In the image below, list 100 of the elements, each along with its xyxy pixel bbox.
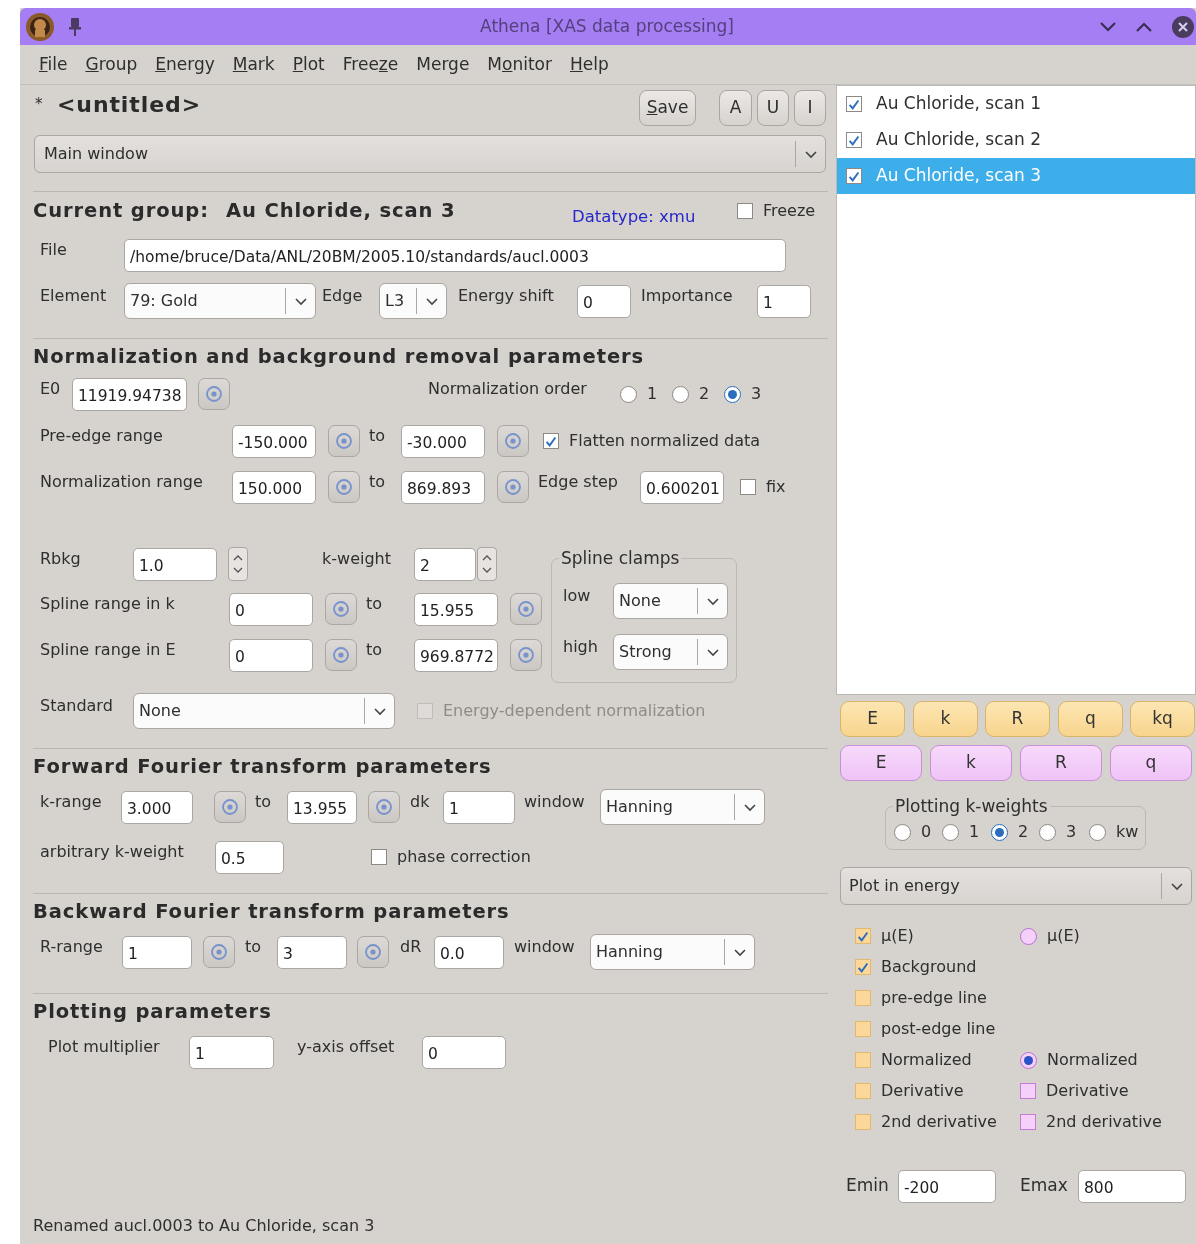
- close-icon[interactable]: [1172, 15, 1194, 38]
- radio-button[interactable]: [942, 823, 959, 841]
- dropdown[interactable]: None: [133, 693, 395, 729]
- menu-item[interactable]: Merge: [407, 51, 479, 78]
- input-field[interactable]: 1.0: [133, 547, 217, 581]
- target-button[interactable]: [198, 378, 230, 410]
- plot-button[interactable]: q: [1110, 745, 1192, 781]
- input-field[interactable]: 800: [1078, 1169, 1186, 1203]
- checkbox[interactable]: [1020, 1083, 1036, 1099]
- maximize-icon[interactable]: [1136, 21, 1152, 32]
- input-field[interactable]: 969.8772: [414, 638, 498, 672]
- checkbox[interactable]: [855, 1114, 871, 1130]
- input-field[interactable]: 3.000: [121, 790, 193, 824]
- input-field[interactable]: 1: [757, 284, 811, 318]
- input-field[interactable]: 1: [189, 1035, 274, 1069]
- checkbox[interactable]: [846, 168, 862, 184]
- target-button[interactable]: [368, 791, 400, 823]
- checkbox[interactable]: [740, 479, 756, 495]
- target-button[interactable]: [203, 936, 235, 968]
- input-field[interactable]: 11919.94738: [72, 377, 187, 411]
- toolbar-button[interactable]: U: [757, 90, 789, 126]
- menu-item[interactable]: Plot: [283, 51, 334, 78]
- spin-arrows[interactable]: [477, 547, 497, 581]
- menu-item[interactable]: Energy: [146, 51, 224, 78]
- radio-button[interactable]: [1089, 823, 1106, 841]
- menu-item[interactable]: Freeze: [333, 51, 408, 78]
- input-field[interactable]: 13.955: [287, 790, 357, 824]
- input-field[interactable]: 0: [577, 284, 631, 318]
- plot-button[interactable]: E: [840, 701, 905, 737]
- menu-item[interactable]: Help: [561, 51, 618, 78]
- minimize-icon[interactable]: [1100, 21, 1116, 32]
- input-field[interactable]: 0.600201: [640, 470, 724, 504]
- group-list-item[interactable]: Au Chloride, scan 2: [837, 122, 1195, 158]
- checkbox[interactable]: [855, 990, 871, 1006]
- input-field[interactable]: 3: [277, 935, 347, 969]
- toolbar-button[interactable]: I: [794, 90, 826, 126]
- checkbox[interactable]: [855, 1021, 871, 1037]
- checkbox[interactable]: [855, 959, 871, 975]
- input-field[interactable]: 869.893: [401, 470, 485, 504]
- plot-button[interactable]: R: [1020, 745, 1102, 781]
- radio-button[interactable]: [991, 823, 1008, 841]
- input-field[interactable]: 0: [422, 1035, 506, 1069]
- target-button[interactable]: [510, 639, 542, 671]
- menu-item[interactable]: Monitor: [478, 51, 561, 78]
- input-field[interactable]: 0: [229, 638, 313, 672]
- dropdown[interactable]: L3: [379, 283, 447, 319]
- dropdown[interactable]: Main window: [34, 135, 826, 173]
- toolbar-button[interactable]: A: [719, 90, 752, 126]
- group-list-item[interactable]: Au Chloride, scan 1: [837, 86, 1195, 122]
- checkbox[interactable]: [855, 1083, 871, 1099]
- input-field[interactable]: -200: [898, 1169, 996, 1203]
- menu-item[interactable]: Mark: [223, 51, 284, 78]
- radio-button[interactable]: [894, 823, 911, 841]
- checkbox[interactable]: [855, 1052, 871, 1068]
- target-button[interactable]: [325, 639, 357, 671]
- plot-button[interactable]: q: [1058, 701, 1123, 737]
- plot-button[interactable]: kq: [1130, 701, 1195, 737]
- input-field[interactable]: 0.5: [215, 840, 284, 874]
- dropdown[interactable]: Hanning: [590, 934, 755, 970]
- radio-button[interactable]: [1020, 927, 1037, 945]
- target-button[interactable]: [510, 593, 542, 625]
- plot-button[interactable]: k: [913, 701, 978, 737]
- spin-arrows[interactable]: [228, 547, 248, 581]
- radio-button[interactable]: [672, 385, 689, 403]
- checkbox[interactable]: [543, 433, 559, 449]
- dropdown[interactable]: Plot in energy: [840, 867, 1192, 905]
- toolbar-button[interactable]: Save: [639, 90, 696, 126]
- pin-icon[interactable]: [68, 16, 82, 37]
- plot-button[interactable]: k: [930, 745, 1012, 781]
- input-field[interactable]: 1: [122, 935, 192, 969]
- menu-item[interactable]: Group: [76, 51, 147, 78]
- dropdown[interactable]: Hanning: [600, 789, 765, 825]
- radio-button[interactable]: [1020, 1051, 1037, 1069]
- checkbox[interactable]: [846, 132, 862, 148]
- radio-button[interactable]: [724, 385, 741, 403]
- target-button[interactable]: [214, 791, 246, 823]
- target-button[interactable]: [325, 593, 357, 625]
- checkbox[interactable]: [737, 203, 753, 219]
- dropdown[interactable]: None: [613, 583, 728, 619]
- input-field[interactable]: 15.955: [414, 592, 498, 626]
- input-field[interactable]: 2: [414, 547, 476, 581]
- input-field[interactable]: 150.000: [232, 470, 316, 504]
- input-field[interactable]: /home/bruce/Data/ANL/20BM/2005.10/standards/aucl.0003: [124, 238, 786, 272]
- radio-button[interactable]: [620, 385, 637, 403]
- input-field[interactable]: 0: [229, 592, 313, 626]
- radio-button[interactable]: [1039, 823, 1056, 841]
- input-field[interactable]: -30.000: [401, 424, 485, 458]
- target-button[interactable]: [328, 425, 360, 457]
- menu-item[interactable]: File: [30, 51, 77, 78]
- plot-button[interactable]: R: [985, 701, 1050, 737]
- target-button[interactable]: [497, 471, 529, 503]
- dropdown[interactable]: Strong: [613, 634, 728, 670]
- checkbox[interactable]: [855, 928, 871, 944]
- target-button[interactable]: [357, 936, 389, 968]
- input-field[interactable]: -150.000: [232, 424, 316, 458]
- checkbox[interactable]: [1020, 1114, 1036, 1130]
- input-field[interactable]: 0.0: [434, 935, 504, 969]
- checkbox[interactable]: [371, 849, 387, 865]
- dropdown[interactable]: 79: Gold: [124, 283, 316, 319]
- target-button[interactable]: [328, 471, 360, 503]
